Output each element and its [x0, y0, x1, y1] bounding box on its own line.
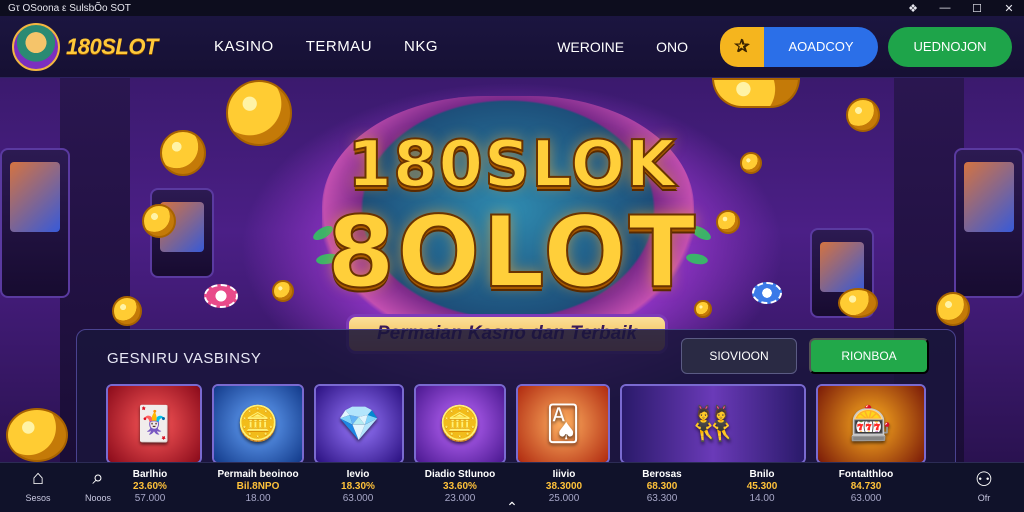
- window-help-icon[interactable]: ❖: [906, 2, 920, 15]
- nav-link-kasino[interactable]: KASINO: [214, 38, 274, 55]
- game-value: 18.30%: [341, 481, 375, 492]
- game-value: 23.60%: [133, 481, 167, 492]
- logo-text: 180SLOT: [66, 33, 158, 59]
- game-tile-4[interactable]: 🪙: [414, 384, 506, 462]
- nav-link-ono[interactable]: ONO: [656, 39, 688, 55]
- site-logo[interactable]: 180SLOT: [12, 22, 202, 71]
- blue-card-icon: 💎: [337, 405, 381, 443]
- game-name: Barlhio: [132, 469, 168, 480]
- game-name: Iiivio: [552, 469, 576, 480]
- bottom-nav-home[interactable]: ⌂ Sesos: [8, 467, 68, 503]
- game-value: 68.300: [646, 481, 678, 492]
- coin-decoration: [712, 78, 800, 108]
- game-name: Permaih beoinoo: [217, 469, 299, 480]
- profile-icon: ⚇: [975, 469, 993, 491]
- game-sub: 14.00: [749, 493, 775, 504]
- nav-link-weroine[interactable]: WEROINE: [557, 39, 624, 55]
- game-value: Bil.8NPO: [236, 481, 280, 492]
- playing-cards-icon: 🂡: [545, 405, 581, 443]
- bonus-icon-button[interactable]: ✰: [720, 26, 764, 67]
- coin-mascot-icon: 🪙: [236, 405, 280, 443]
- hero-title-line2: 8OLOT: [326, 195, 698, 311]
- game-sub: 63.300: [646, 493, 678, 504]
- register-button[interactable]: UEDNOJON: [888, 26, 1012, 67]
- nav-link-termau[interactable]: TERMAU: [306, 38, 372, 55]
- game-tile-6[interactable]: 👯: [620, 384, 806, 462]
- bottom-game-stat[interactable]: Fontalthloo 84.730 63.000: [816, 469, 916, 505]
- panel-secondary-button[interactable]: SIOVIOON: [681, 338, 797, 374]
- game-sub: 57.000: [134, 493, 166, 504]
- window-title: Gτ OSoona ε SulsbÕo SOT: [8, 2, 131, 14]
- bottom-game-stat[interactable]: Diadio Stlunoo 33.60% 23.000: [410, 469, 510, 505]
- dealers-icon: 👯: [691, 405, 735, 443]
- hero-title-line1: 180SLOK: [346, 127, 677, 203]
- bottom-bar: ⌂ Sesos ⌕ Nooos ⚇ Ofr Barlhio 23.60% 57.…: [0, 462, 1024, 512]
- home-icon: ⌂: [31, 467, 45, 489]
- card-icon: 🃏: [132, 405, 176, 443]
- coin-decoration: [6, 408, 68, 462]
- nav-link-nkg[interactable]: NKG: [404, 38, 438, 55]
- top-navigation: 180SLOT KASINO TERMAU NKG WEROINE ONO ✰ …: [0, 16, 1024, 78]
- game-name: Ievio: [346, 469, 370, 480]
- mascot-avatar: [12, 22, 60, 71]
- panel-title: GESNIRU VASBINSY: [107, 350, 262, 367]
- game-tiles: 🃏 🪙 💎 🪙 🂡 👯 🎰: [106, 384, 926, 462]
- chevron-up-icon[interactable]: ⌃: [500, 499, 524, 512]
- game-sub: 23.000: [444, 493, 476, 504]
- panel-primary-button[interactable]: RIONBOA: [809, 338, 929, 374]
- game-tile-2[interactable]: 🪙: [212, 384, 304, 462]
- hero-banner: 180SLOK 8OLOT Permaian Kasno dan Terbaik…: [0, 78, 1024, 462]
- window-minimize-icon[interactable]: —: [938, 2, 952, 14]
- game-sub: 63.000: [850, 493, 882, 504]
- bottom-nav-label: Sesos: [25, 493, 51, 503]
- logo-icon: 🎰: [849, 405, 893, 443]
- bottom-game-stat[interactable]: Bnilo 45.300 14.00: [712, 469, 812, 505]
- game-name: Fontalthloo: [838, 469, 894, 480]
- game-name: Bnilo: [749, 469, 775, 480]
- game-tile-3[interactable]: 💎: [314, 384, 404, 462]
- game-tile-1[interactable]: 🃏: [106, 384, 202, 462]
- bottom-nav-profile[interactable]: ⚇ Ofr: [954, 467, 1014, 503]
- window-maximize-icon[interactable]: ☐: [970, 2, 984, 15]
- game-sub: 63.000: [342, 493, 374, 504]
- game-tile-7[interactable]: 🎰: [816, 384, 926, 462]
- bottom-game-stat[interactable]: Berosas 68.300 63.300: [612, 469, 712, 505]
- coin-decoration: [846, 98, 880, 132]
- game-tile-5[interactable]: 🂡: [516, 384, 610, 462]
- coin-stack-icon: 🪙: [438, 405, 482, 443]
- game-value: 38.3000: [545, 481, 583, 492]
- game-value: 84.730: [850, 481, 882, 492]
- login-button[interactable]: AOADCOY: [764, 26, 878, 67]
- game-sub: 18.00: [245, 493, 271, 504]
- window-close-icon[interactable]: ✕: [1002, 2, 1016, 15]
- game-value: 45.300: [746, 481, 778, 492]
- bottom-game-stat[interactable]: Iiivio 38.3000 25.000: [514, 469, 614, 505]
- bottom-game-stat[interactable]: Barlhio 23.60% 57.000: [100, 469, 200, 505]
- game-sub: 25.000: [548, 493, 580, 504]
- bottom-nav-label: Ofr: [977, 493, 991, 503]
- bottom-game-stat[interactable]: Ievio 18.30% 63.000: [308, 469, 408, 505]
- game-value: 33.60%: [443, 481, 477, 492]
- game-name: Berosas: [642, 469, 682, 480]
- game-name: Diadio Stlunoo: [424, 469, 496, 480]
- window-titlebar: Gτ OSoona ε SulsbÕo SOT ❖ — ☐ ✕: [0, 0, 1024, 16]
- bottom-game-stat[interactable]: Permaih beoinoo Bil.8NPO 18.00: [208, 469, 308, 505]
